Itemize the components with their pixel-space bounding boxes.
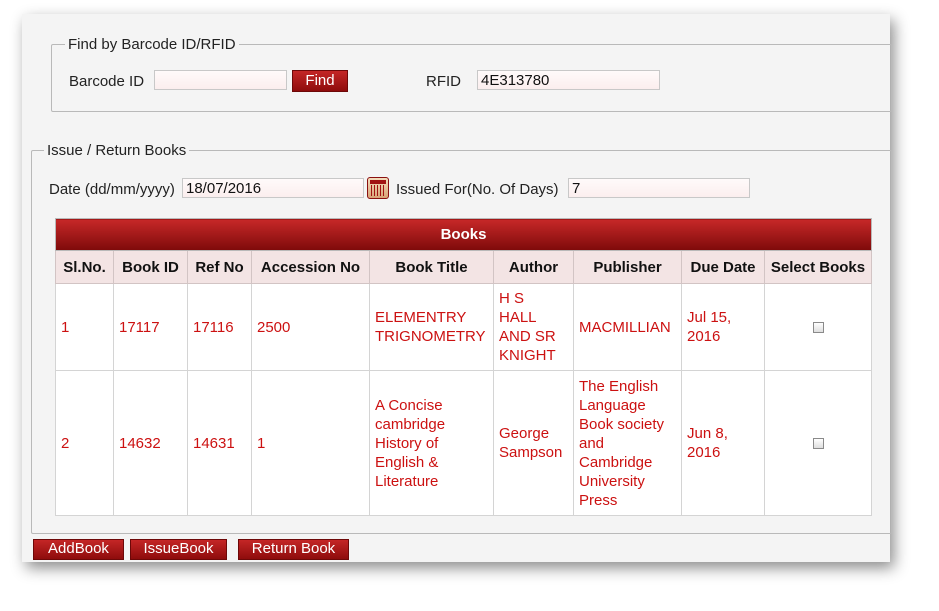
select-book-checkbox[interactable]	[812, 322, 824, 334]
books-table: Books Sl.No. Book ID Ref No Accession No…	[55, 218, 872, 516]
cell-due-date: Jun 8, 2016	[681, 370, 765, 516]
barcode-id-input[interactable]	[154, 70, 287, 90]
add-book-button[interactable]: AddBook	[33, 539, 124, 560]
select-book-checkbox[interactable]	[812, 438, 824, 450]
barcode-id-label: Barcode ID	[69, 73, 145, 90]
table-row: 1 17117 17116 2500 ELEMENTRY TRIGNOMETRY…	[55, 283, 872, 371]
col-header-due-date: Due Date	[681, 250, 765, 284]
col-header-accession-no: Accession No	[251, 250, 370, 284]
cell-accession-no: 2500	[251, 283, 370, 371]
library-panel: Find by Barcode ID/RFID Barcode ID Find …	[22, 14, 892, 562]
col-header-select-books: Select Books	[764, 250, 872, 284]
cell-book-title: A Concise cambridge History of English &…	[369, 370, 494, 516]
col-header-sl-no: Sl.No.	[55, 250, 114, 284]
date-input[interactable]	[182, 178, 364, 198]
cell-due-date: Jul 15, 2016	[681, 283, 765, 371]
rfid-input[interactable]	[477, 70, 660, 90]
col-header-book-title: Book Title	[369, 250, 494, 284]
find-section-legend: Find by Barcode ID/RFID	[68, 36, 236, 53]
col-header-ref-no: Ref No	[187, 250, 252, 284]
issue-section-legend: Issue / Return Books	[47, 142, 187, 159]
cell-ref-no: 17116	[187, 283, 252, 371]
cell-author: George Sampson	[493, 370, 574, 516]
cell-ref-no: 14631	[187, 370, 252, 516]
calendar-icon[interactable]	[367, 177, 389, 199]
col-header-publisher: Publisher	[573, 250, 682, 284]
cell-book-id: 17117	[113, 283, 188, 371]
cell-publisher: The English Language Book society and Ca…	[573, 370, 682, 516]
books-table-caption: Books	[55, 218, 872, 251]
cell-accession-no: 1	[251, 370, 370, 516]
cell-author: H S HALL AND SR KNIGHT	[493, 283, 574, 371]
cell-book-id: 14632	[113, 370, 188, 516]
col-header-author: Author	[493, 250, 574, 284]
issue-book-button[interactable]: IssueBook	[130, 539, 227, 560]
rfid-label: RFID	[426, 73, 461, 90]
cell-publisher: MACMILLIAN	[573, 283, 682, 371]
cell-sl-no: 1	[55, 283, 114, 371]
date-label: Date (dd/mm/yyyy)	[49, 181, 175, 198]
issued-days-input[interactable]	[568, 178, 750, 198]
issued-days-label: Issued For(No. Of Days)	[396, 181, 559, 198]
cell-select	[764, 283, 872, 371]
cell-sl-no: 2	[55, 370, 114, 516]
table-row: 2 14632 14631 1 A Concise cambridge Hist…	[55, 370, 872, 516]
cell-book-title: ELEMENTRY TRIGNOMETRY	[369, 283, 494, 371]
cell-select	[764, 370, 872, 516]
find-button[interactable]: Find	[292, 70, 348, 92]
col-header-book-id: Book ID	[113, 250, 188, 284]
return-book-button[interactable]: Return Book	[238, 539, 349, 560]
